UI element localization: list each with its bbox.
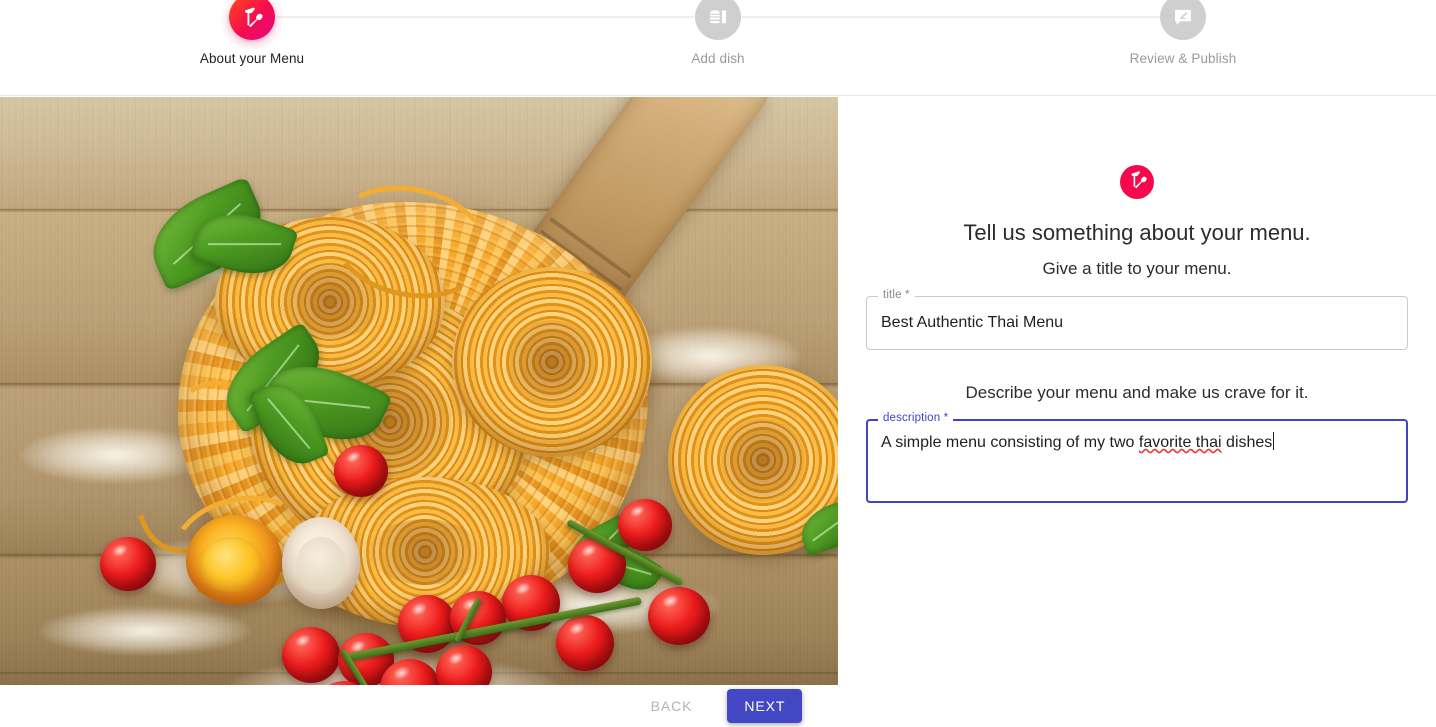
stepper-step-1-circle [229, 0, 275, 40]
stepper-step-2-label: Add dish [691, 51, 745, 66]
burger-icon [707, 6, 729, 28]
stepper-step-about-your-menu[interactable]: About your Menu [172, 0, 332, 67]
wizard-stepper: About your Menu Add dish Review & Publis… [0, 0, 1436, 96]
menu-details-form-panel: Tell us something about your menu. Give … [838, 97, 1436, 685]
description-textarea[interactable]: A simple menu consisting of my two favor… [866, 419, 1408, 503]
next-button[interactable]: NEXT [727, 689, 803, 723]
title-input[interactable] [866, 296, 1408, 350]
description-field-label: description * [878, 411, 954, 425]
description-text-suffix: dishes [1221, 434, 1273, 451]
egg-yolk-in-shell [186, 515, 282, 605]
text-caret [1273, 432, 1275, 450]
page-title: Tell us something about your menu. [963, 220, 1311, 245]
cherry-tomato [556, 615, 614, 671]
cherry-tomato [334, 445, 388, 497]
description-text-prefix: A simple menu consisting of my two [881, 434, 1139, 451]
stepper-connector-2 [742, 16, 1160, 18]
title-field-label: title * [878, 288, 915, 302]
stepper-step-1-label: About your Menu [199, 51, 305, 66]
stepper-step-add-dish[interactable]: Add dish [638, 0, 798, 67]
empty-egg-shell [282, 517, 360, 609]
stepper-step-3-label: Review & Publish [1129, 51, 1237, 66]
stepper-step-review-publish[interactable]: Review & Publish [1103, 0, 1263, 67]
cutlery-icon [1128, 170, 1147, 194]
stepper-connector-1 [276, 16, 694, 18]
cherry-tomato [100, 537, 156, 591]
cherry-tomato [648, 587, 710, 645]
cherry-tomato [282, 627, 340, 683]
hero-food-image [0, 97, 838, 685]
title-field-wrapper: title * [866, 288, 1408, 350]
menu-creation-wizard: About your Menu Add dish Review & Publis… [0, 0, 1436, 727]
description-text-misspelled: favorite thai [1138, 434, 1222, 451]
pasta-nest [452, 267, 652, 457]
title-prompt: Give a title to your menu. [1042, 259, 1232, 278]
description-field-wrapper: description * A simple menu consisting o… [866, 411, 1408, 503]
brand-badge [1120, 165, 1154, 199]
cutlery-icon [241, 6, 263, 28]
menu-details-form: Tell us something about your menu. Give … [866, 165, 1408, 503]
back-button[interactable]: BACK [634, 689, 710, 723]
wizard-body: Tell us something about your menu. Give … [0, 97, 1436, 685]
hero-image-scene [0, 97, 838, 685]
stepper-step-3-circle [1160, 0, 1206, 40]
stepper-step-2-circle [695, 0, 741, 40]
description-prompt: Describe your menu and make us crave for… [965, 383, 1309, 402]
review-comment-icon [1172, 6, 1194, 28]
wizard-footer: BACK NEXT [0, 685, 1436, 727]
cherry-tomato [618, 499, 672, 551]
